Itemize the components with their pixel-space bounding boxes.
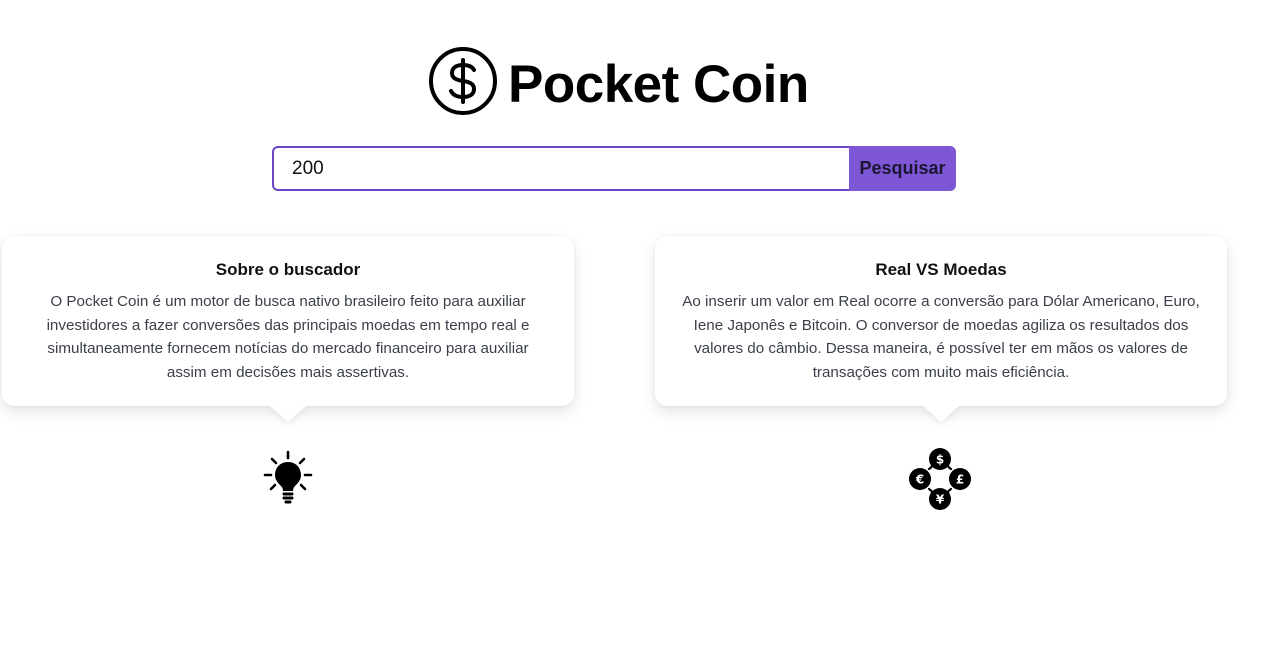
lightbulb-icon <box>263 450 313 504</box>
svg-text:€: € <box>915 473 924 487</box>
card-real-vs-moedas: Real VS Moedas Ao inserir um valor em Re… <box>655 236 1227 406</box>
search-button[interactable]: Pesquisar <box>849 146 956 191</box>
svg-text:£: £ <box>956 473 964 487</box>
brand-header: Pocket Coin <box>428 46 809 116</box>
svg-text:¥: ¥ <box>936 493 945 507</box>
card-title: Sobre o buscador <box>215 260 361 279</box>
card-text: Ao inserir um valor em Real ocorre a con… <box>682 293 1200 381</box>
dollar-circle-icon <box>429 47 497 115</box>
card-text: O Pocket Coin é um motor de busca nativo… <box>46 293 530 381</box>
search-input[interactable] <box>272 146 849 191</box>
page-title: Pocket Coin <box>508 54 809 114</box>
page: Pocket Coin Pesquisar Sobre o buscador O… <box>0 0 1276 647</box>
card-about: Sobre o buscador O Pocket Coin é um moto… <box>2 236 574 406</box>
svg-text:$: $ <box>936 453 944 467</box>
card-title: Real VS Moedas <box>875 260 1007 279</box>
search-form: Pesquisar <box>272 146 956 191</box>
currency-exchange-icon: $ € £ ¥ <box>909 448 971 510</box>
